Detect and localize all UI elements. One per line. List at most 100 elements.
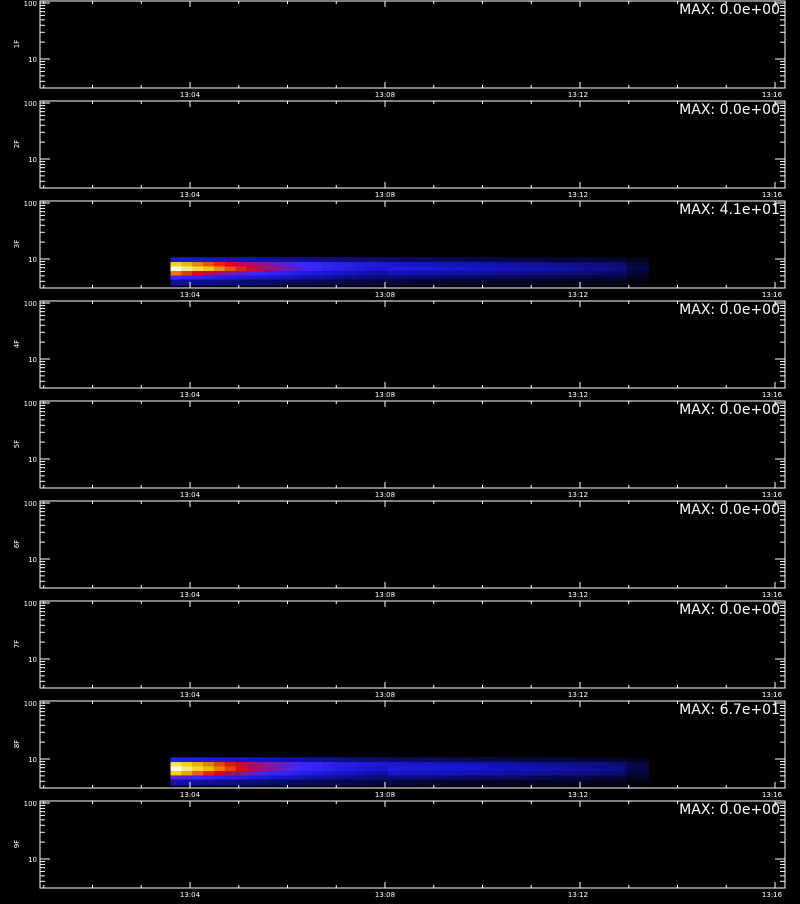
y-tick-label: 100 bbox=[24, 200, 37, 208]
x-tick-label: 13:12 bbox=[568, 791, 588, 799]
heat-cell bbox=[257, 279, 269, 286]
heat-cell bbox=[235, 279, 248, 286]
x-tick-label: 13:16 bbox=[762, 91, 783, 99]
y-tick-label: 100 bbox=[24, 700, 37, 708]
panel-1f: 100 10 1F 13:04 13:08 13:12 13:16 MAX: 0.0e+00 bbox=[13, 0, 786, 99]
y-tick-label: 10 bbox=[28, 356, 37, 364]
x-tick-label: 13:12 bbox=[568, 591, 588, 599]
x-tick-label: 13:04 bbox=[180, 791, 201, 799]
heat-cell bbox=[637, 779, 649, 786]
heat-cell bbox=[203, 279, 215, 286]
y-tick-label: 10 bbox=[28, 456, 37, 464]
channel-label: 4F bbox=[13, 340, 21, 348]
heat-cell bbox=[474, 279, 486, 286]
heat-cell bbox=[496, 779, 508, 786]
x-tick-label: 13:12 bbox=[568, 891, 588, 899]
heat-cell bbox=[528, 779, 541, 786]
y-tick-label: 10 bbox=[28, 256, 37, 264]
axes-frame bbox=[39, 300, 786, 389]
heat-cell bbox=[561, 279, 573, 286]
heat-cell bbox=[376, 779, 389, 786]
channel-label: 5F bbox=[13, 440, 21, 448]
panel-9f: 100 10 9F 13:04 13:08 13:12 13:16 MAX: 0.0e+00 bbox=[13, 800, 786, 899]
heat-cell bbox=[507, 779, 519, 786]
heat-cell bbox=[224, 779, 237, 786]
x-tick-label: 13:08 bbox=[375, 191, 395, 199]
channel-label: 7F bbox=[13, 640, 21, 648]
axes-frame bbox=[39, 600, 786, 689]
max-label: MAX: 6.7e+01 bbox=[679, 702, 780, 718]
channel-label: 8F bbox=[13, 740, 21, 748]
heat-cell bbox=[485, 779, 497, 786]
panel-8f: 100 10 8F 13:04 13:08 13:12 13:16 MAX: 6.7e+01 bbox=[13, 700, 786, 799]
heat-cell bbox=[289, 779, 302, 786]
heat-cell bbox=[268, 779, 280, 786]
x-tick-label: 13:12 bbox=[568, 291, 588, 299]
x-tick-label: 13:04 bbox=[180, 891, 201, 899]
heat-cell bbox=[441, 279, 454, 286]
y-tick-label: 10 bbox=[28, 756, 37, 764]
heat-cell bbox=[409, 279, 421, 286]
heat-cell bbox=[387, 279, 400, 286]
heat-cell bbox=[376, 279, 389, 286]
heat-cell bbox=[583, 279, 595, 286]
heat-cell bbox=[311, 279, 324, 286]
heat-cell bbox=[507, 279, 519, 286]
panel-3f: 100 10 3F 13:04 13:08 13:12 13:16 MAX: 4.1e+01 bbox=[13, 200, 786, 299]
x-tick-label: 13:04 bbox=[180, 191, 201, 199]
axes-frame bbox=[39, 100, 786, 189]
axes-frame bbox=[39, 500, 786, 589]
y-tick-label: 100 bbox=[24, 800, 37, 808]
heat-cell bbox=[593, 279, 606, 286]
heat-cell bbox=[344, 779, 356, 786]
y-tick-label: 10 bbox=[28, 856, 37, 864]
max-label: MAX: 0.0e+00 bbox=[679, 2, 780, 18]
heat-cell bbox=[528, 279, 541, 286]
heat-cell bbox=[572, 779, 584, 786]
y-tick-label: 10 bbox=[28, 156, 37, 164]
heat-cell bbox=[539, 779, 552, 786]
heat-cell bbox=[344, 279, 356, 286]
heat-cell bbox=[496, 279, 508, 286]
x-tick-label: 13:08 bbox=[375, 791, 395, 799]
x-tick-label: 13:12 bbox=[568, 91, 588, 99]
y-tick-label: 100 bbox=[24, 500, 37, 508]
heat-cell bbox=[572, 279, 584, 286]
heat-cell bbox=[365, 279, 378, 286]
heat-cell bbox=[300, 779, 313, 786]
channel-label: 1F bbox=[13, 40, 21, 48]
heat-cell bbox=[441, 779, 454, 786]
x-tick-label: 13:04 bbox=[180, 91, 201, 99]
heat-cell bbox=[615, 279, 628, 286]
y-tick-label: 10 bbox=[28, 556, 37, 564]
heat-cell bbox=[398, 279, 410, 286]
x-tick-label: 13:04 bbox=[180, 691, 201, 699]
heat-cell bbox=[637, 279, 649, 286]
x-tick-label: 13:16 bbox=[762, 191, 783, 199]
heat-cell bbox=[431, 279, 443, 286]
panel-4f: 100 10 4F 13:04 13:08 13:12 13:16 MAX: 0.0e+00 bbox=[13, 300, 786, 399]
heat-cell bbox=[246, 279, 258, 286]
x-tick-label: 13:12 bbox=[568, 191, 588, 199]
heat-cell bbox=[268, 279, 280, 286]
heat-cell bbox=[539, 279, 552, 286]
heat-cell bbox=[409, 779, 421, 786]
x-tick-label: 13:04 bbox=[180, 591, 201, 599]
x-tick-label: 13:16 bbox=[762, 391, 783, 399]
max-label: MAX: 0.0e+00 bbox=[679, 602, 780, 618]
heat-cell bbox=[300, 279, 313, 286]
max-label: MAX: 0.0e+00 bbox=[679, 302, 780, 318]
heat-cell bbox=[626, 779, 638, 786]
heat-cell bbox=[626, 279, 638, 286]
heat-cell bbox=[322, 779, 334, 786]
heat-cell bbox=[213, 779, 226, 786]
y-tick-label: 10 bbox=[28, 56, 37, 64]
heat-cell bbox=[420, 279, 432, 286]
channel-label: 6F bbox=[13, 540, 21, 548]
axes-frame bbox=[39, 400, 786, 489]
y-tick-label: 100 bbox=[24, 600, 37, 608]
heat-cell bbox=[257, 779, 269, 786]
heat-cell bbox=[192, 279, 204, 286]
channel-label: 3F bbox=[13, 240, 21, 248]
heat-cell bbox=[615, 779, 628, 786]
